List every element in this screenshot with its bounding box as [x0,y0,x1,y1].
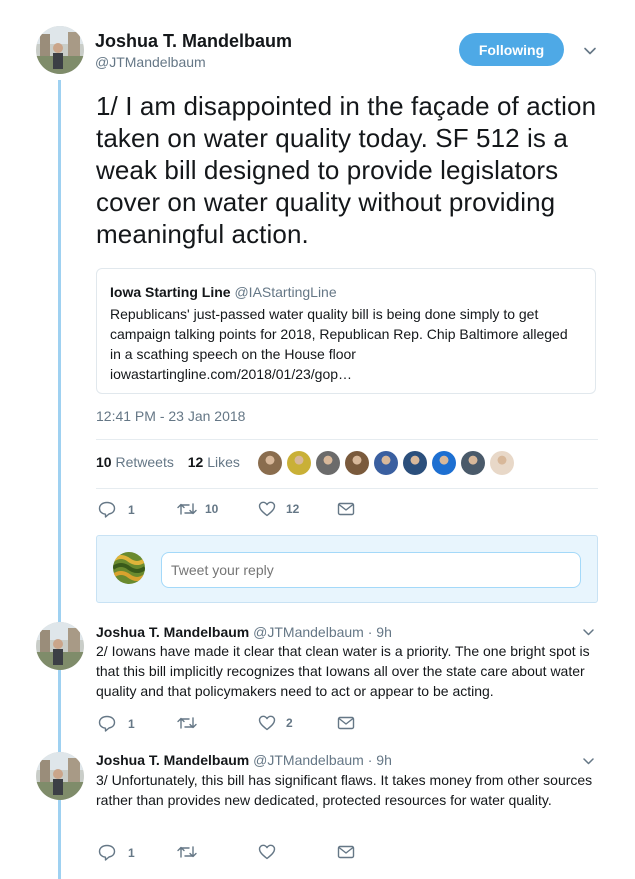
likes-count: 12 [187,454,204,470]
current-user-avatar[interactable] [113,552,145,584]
reply-count: 1 [128,845,135,860]
reply-tweet-header: Joshua T. Mandelbaum @JTMandelbaum · 9h [96,624,392,640]
chevron-down-icon[interactable] [583,44,597,58]
liker-avatar[interactable] [287,451,311,475]
avatar-photo [36,622,84,670]
reply-icon [98,501,116,518]
message-action[interactable] [337,716,355,730]
tweet-text: 3/ Unfortunately, this bill has signific… [96,772,593,808]
avatar-photo [36,26,84,74]
liker-avatar[interactable] [490,451,514,475]
heart-icon [258,715,276,731]
retweets-label: Retweets [115,454,174,470]
like-action[interactable]: 12 [258,501,299,517]
author-name[interactable]: Joshua T. Mandelbaum [96,752,249,768]
reply-tweet-header: Joshua T. Mandelbaum @JTMandelbaum · 9h [96,752,392,768]
retweets-count: 10 [96,454,112,470]
chevron-down-icon[interactable] [582,755,595,768]
reply-icon [98,844,116,861]
heart-icon [258,844,276,860]
retweets-stat[interactable]: 10 Retweets [96,454,174,470]
like-count: 12 [286,502,300,516]
liker-avatar[interactable] [316,451,340,475]
like-action[interactable] [258,844,276,860]
author-name[interactable]: Joshua T. Mandelbaum [96,624,249,640]
liker-avatars [258,451,514,475]
reply-icon [98,715,116,732]
reply-action[interactable]: 1 [98,501,135,518]
engagement-stats: 10 Retweets 12 Likes [96,454,240,470]
quoted-tweet-card[interactable]: Iowa Starting Line @IAStartingLine Repub… [96,268,596,394]
tweet-text: 2/ Iowans have made it clear that clean … [96,643,590,699]
liker-avatar[interactable] [461,451,485,475]
retweet-count: 10 [205,502,219,516]
envelope-icon [337,502,355,516]
retweet-icon [177,503,197,515]
tweet-text: 1/ I am disappointed in the façade of ac… [96,91,597,249]
following-button[interactable]: Following [459,33,564,66]
divider [96,488,598,489]
message-action[interactable] [337,845,355,859]
reply-composer [96,535,598,603]
tweet-timestamp[interactable]: 12:41 PM - 23 Jan 2018 [96,408,245,424]
divider [96,439,598,440]
author-avatar[interactable] [36,752,84,800]
envelope-icon [337,845,355,859]
chevron-down-icon[interactable] [582,626,595,639]
author-avatar[interactable] [36,26,84,74]
quoted-author-handle: @IAStartingLine [234,284,337,300]
heart-icon [258,501,276,517]
reply-action[interactable]: 1 [98,844,135,861]
quoted-tweet-header: Iowa Starting Line @IAStartingLine [110,284,337,300]
reply-count: 1 [128,502,135,517]
retweet-action[interactable]: 10 [177,501,218,517]
like-action[interactable]: 2 [258,715,293,731]
reply-action[interactable]: 1 [98,715,135,732]
message-action[interactable] [337,502,355,516]
author-name[interactable]: Joshua T. Mandelbaum [95,31,292,52]
likes-label: Likes [207,454,240,470]
reply-input[interactable] [161,552,581,588]
retweet-icon [177,717,197,729]
retweet-icon [177,846,197,858]
quoted-tweet-text: Republicans' just-passed water quality b… [110,306,568,382]
liker-avatar[interactable] [432,451,456,475]
liker-avatar[interactable] [403,451,427,475]
like-count: 2 [286,716,293,730]
author-handle[interactable]: @JTMandelbaum [95,54,206,70]
retweet-action[interactable] [177,844,197,860]
quoted-author-name: Iowa Starting Line [110,284,231,300]
envelope-icon [337,716,355,730]
likes-stat[interactable]: 12 Likes [188,454,240,470]
avatar-photo [113,552,145,584]
author-avatar[interactable] [36,622,84,670]
avatar-photo [36,752,84,800]
author-meta[interactable]: @JTMandelbaum · 9h [253,624,392,640]
author-meta[interactable]: @JTMandelbaum · 9h [253,752,392,768]
liker-avatar[interactable] [374,451,398,475]
liker-avatar[interactable] [345,451,369,475]
retweet-action[interactable] [177,715,197,731]
reply-count: 1 [128,716,135,731]
liker-avatar[interactable] [258,451,282,475]
